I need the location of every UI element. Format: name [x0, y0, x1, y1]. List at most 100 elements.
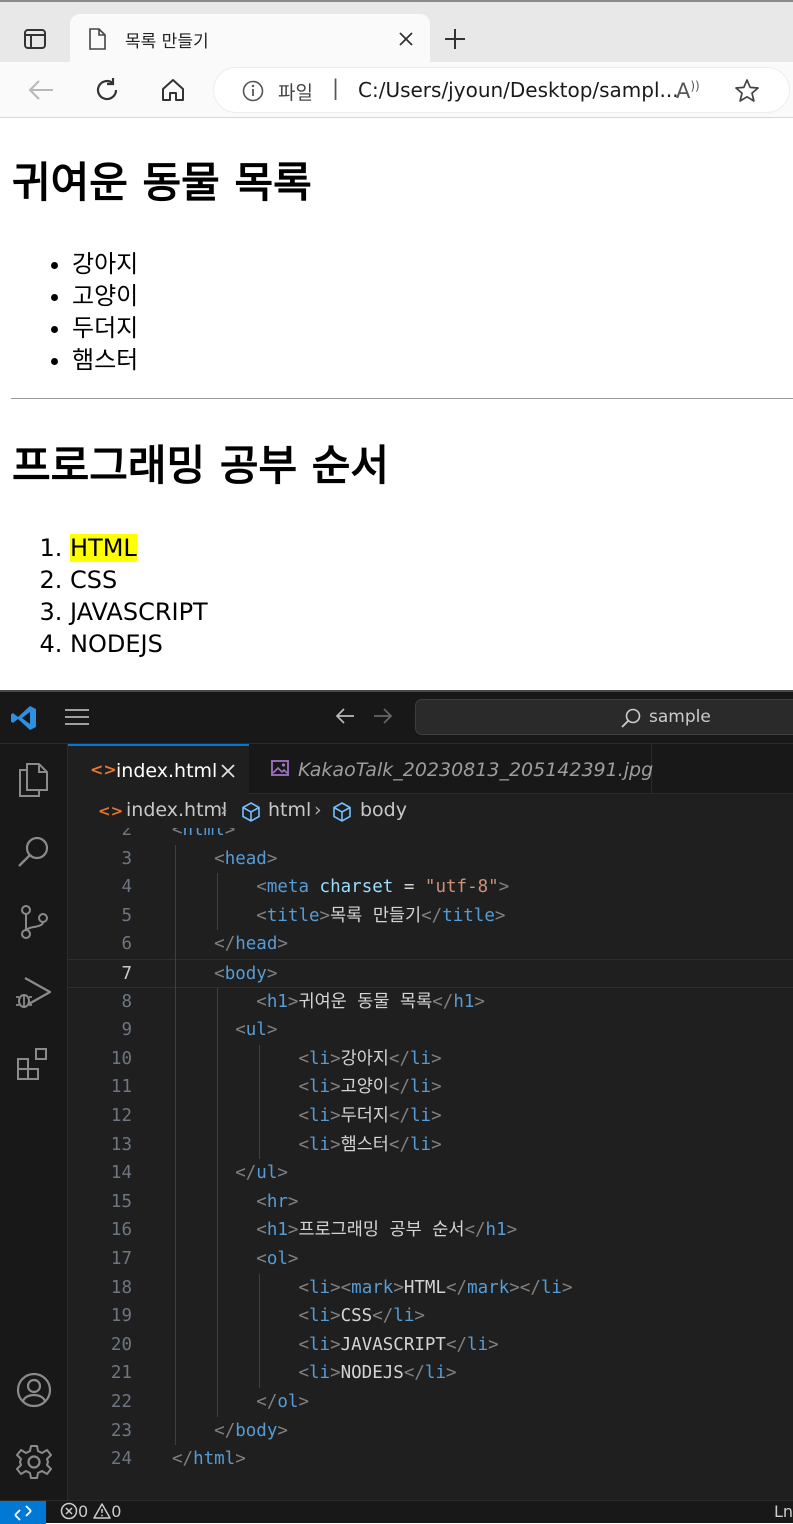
indent-guide: [175, 844, 176, 1446]
code-line[interactable]: 3 <head>: [68, 845, 793, 874]
run-debug-button[interactable]: [12, 971, 56, 1015]
code-line[interactable]: 22 </ol>: [68, 1388, 793, 1417]
browser-tab[interactable]: 목록 만들기: [70, 14, 430, 64]
workspace-name: sample: [649, 707, 711, 727]
study-order-list: HTML CSS JAVASCRIPT NODEJS: [36, 532, 208, 660]
code-line[interactable]: 6 </head>: [68, 930, 793, 959]
indent-guide: [217, 873, 219, 931]
tab-image-preview[interactable]: KakaoTalk_20230813_205142391.jpg: [249, 744, 654, 794]
html-file-icon: <>: [90, 760, 117, 779]
code-line[interactable]: 21 <li>NODEJS</li>: [68, 1359, 793, 1388]
menu-icon[interactable]: [64, 708, 90, 726]
code-editor[interactable]: 2 <html> 3 <head> 4 <meta charset = "utf-8"…: [68, 828, 793, 1500]
accounts-button[interactable]: [12, 1368, 56, 1412]
breadcrumb-body[interactable]: body: [360, 799, 407, 821]
source-control-button[interactable]: [12, 900, 56, 944]
home-icon: [162, 79, 184, 101]
vscode-window: sample <> index.html KakaoTalk_20230813_…: [0, 690, 793, 1524]
arrow-left-icon[interactable]: [334, 705, 356, 727]
code-line[interactable]: 10 <li>강아지</li>: [68, 1045, 793, 1074]
navigation-bar: 파일 | C:/Users/jyoun/Desktop/sampl... A)): [0, 62, 793, 118]
indent-guide: [259, 1273, 261, 1388]
code-text: <hr>: [256, 1191, 299, 1212]
code-line[interactable]: 17 <ol>: [68, 1245, 793, 1274]
breadcrumb-file[interactable]: index.html: [126, 799, 227, 821]
scheme-label: 파일: [278, 82, 313, 104]
breadcrumb-html[interactable]: html: [268, 799, 311, 821]
line-number: 15: [110, 1191, 132, 1212]
warning-count: 0: [111, 1502, 122, 1521]
code-line[interactable]: 12 <li>두더지</li>: [68, 1102, 793, 1131]
code-text: </html>: [172, 1449, 246, 1470]
remote-icon: [14, 1505, 32, 1521]
code-text: </head>: [214, 934, 288, 955]
refresh-icon: [96, 78, 118, 101]
tab-label: KakaoTalk_20230813_205142391.jpg: [298, 759, 654, 781]
code-line[interactable]: 16 <h1>프로그래밍 공부 순서</h1>: [68, 1216, 793, 1245]
page-content: 귀여운 동물 목록 강아지 고양이 두더지 햄스터 프로그래밍 공부 순서 HT…: [0, 119, 793, 690]
favorite-star-icon[interactable]: [734, 78, 760, 104]
indent-guide: [259, 1044, 261, 1160]
cursor-position[interactable]: Ln: [774, 1502, 793, 1521]
code-text: <meta charset = "utf-8">: [256, 877, 510, 898]
code-text: <html>: [172, 828, 236, 840]
tab-label: index.html: [116, 760, 218, 782]
tab-strip: 목록 만들기: [0, 0, 793, 64]
search-button[interactable]: [12, 829, 56, 873]
home-button[interactable]: [158, 75, 188, 105]
manage-button[interactable]: [12, 1440, 56, 1484]
close-tab-icon[interactable]: [396, 29, 416, 49]
arrow-right-icon[interactable]: [372, 705, 394, 727]
tab-actions-button[interactable]: [14, 24, 56, 54]
url-text[interactable]: C:/Users/jyoun/Desktop/sampl...: [358, 78, 679, 102]
code-line[interactable]: 14 </ul>: [68, 1159, 793, 1188]
list-item: CSS: [70, 564, 208, 596]
code-line[interactable]: 11 <li>고양이</li>: [68, 1073, 793, 1102]
new-tab-icon[interactable]: [442, 26, 468, 52]
code-line[interactable]: 15 <hr>: [68, 1188, 793, 1217]
address-bar[interactable]: 파일 | C:/Users/jyoun/Desktop/sampl... A)): [214, 68, 789, 112]
explorer-button[interactable]: [12, 758, 56, 802]
list-item: 고양이: [72, 280, 138, 312]
code-line[interactable]: 23 </body>: [68, 1417, 793, 1446]
code-text: <head>: [214, 848, 278, 869]
refresh-button[interactable]: [92, 75, 122, 105]
gear-icon: [16, 1445, 52, 1479]
code-text: <li>CSS</li>: [298, 1306, 425, 1327]
tab-index-html[interactable]: <> index.html: [68, 744, 249, 794]
code-line[interactable]: 18 <li><mark>HTML</mark></li>: [68, 1274, 793, 1303]
list-item: 두더지: [72, 312, 138, 344]
code-line[interactable]: 7 <body>: [68, 959, 793, 988]
code-line[interactable]: 19 <li>CSS</li>: [68, 1302, 793, 1331]
animal-list-heading: 귀여운 동물 목록: [12, 158, 312, 207]
info-icon[interactable]: [242, 80, 264, 102]
command-center-search[interactable]: sample: [415, 699, 793, 735]
extensions-button[interactable]: [12, 1042, 56, 1086]
read-aloud-icon[interactable]: A)): [676, 79, 700, 103]
code-line[interactable]: 2 <html>: [68, 828, 793, 845]
address-separator: |: [332, 76, 340, 100]
title-bar: sample: [0, 692, 793, 744]
code-line[interactable]: 9 <ul>: [68, 1016, 793, 1045]
code-line[interactable]: 4 <meta charset = "utf-8">: [68, 873, 793, 902]
code-line[interactable]: 20 <li>JAVASCRIPT</li>: [68, 1331, 793, 1360]
code-line[interactable]: 13 <li>햄스터</li>: [68, 1131, 793, 1160]
problems-indicator[interactable]: 0 0: [60, 1502, 121, 1521]
line-number: 6: [121, 934, 132, 955]
error-icon: [60, 1502, 78, 1520]
code-line[interactable]: 24 </html>: [68, 1445, 793, 1474]
files-icon: [19, 763, 48, 797]
arrow-left-icon: [28, 80, 53, 100]
back-button[interactable]: [26, 75, 56, 105]
study-order-heading: 프로그래밍 공부 순서: [12, 441, 390, 490]
close-icon[interactable]: [219, 762, 237, 780]
code-line[interactable]: 5 <title>목록 만들기</title>: [68, 902, 793, 931]
browser-window: 목록 만들기 파일 | C:/Users/jyoun/Desktop/sampl…: [0, 0, 793, 690]
tab-actions-icon: [24, 29, 46, 49]
code-text: <ul>: [235, 1020, 278, 1041]
code-text: <li>햄스터</li>: [298, 1134, 442, 1155]
code-line[interactable]: 8 <h1>귀여운 동물 목록</h1>: [68, 988, 793, 1017]
run-debug-icon: [16, 977, 52, 1008]
list-item: NODEJS: [70, 628, 208, 660]
element-icon: [333, 802, 351, 822]
